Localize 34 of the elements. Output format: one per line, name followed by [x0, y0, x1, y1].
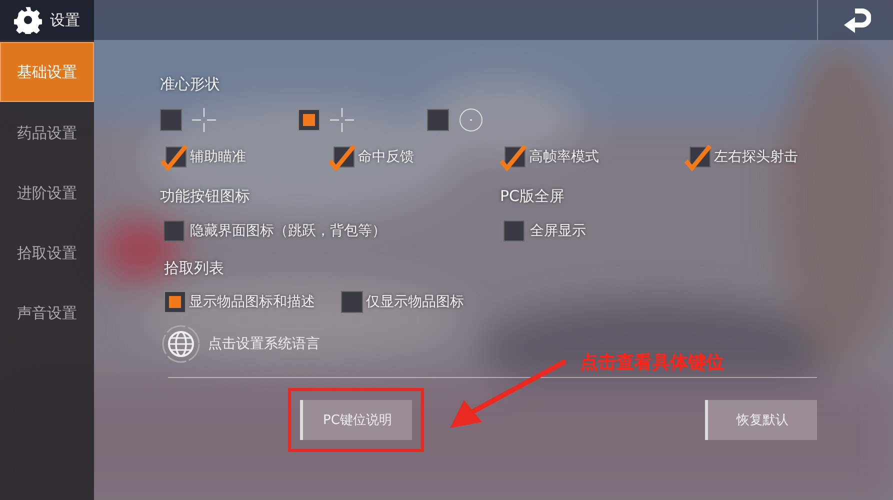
option-label: 全屏显示 [530, 222, 586, 240]
checkbox[interactable] [684, 143, 712, 171]
window-title: 设置 [50, 10, 80, 30]
option-label: 命中反馈 [358, 148, 414, 166]
checkbox[interactable] [160, 143, 188, 171]
section-title: 准心形状 [160, 75, 221, 95]
crosshair-icon [330, 108, 354, 132]
radio-button[interactable] [160, 109, 182, 131]
crosshair-icon [192, 108, 216, 132]
option-label: 仅显示物品图标 [366, 293, 464, 311]
option-label: 显示物品图标和描述 [189, 293, 315, 311]
option-label: 高帧率模式 [529, 148, 599, 166]
radio-button[interactable] [341, 291, 363, 313]
language-link[interactable]: 点击设置系统语言 [208, 335, 320, 353]
section-title: PC版全屏 [500, 187, 566, 207]
sidebar-tab[interactable]: 进阶设置 [0, 164, 94, 222]
checkbox[interactable] [499, 143, 527, 171]
option-label: 隐藏界面图标（跳跃，背包等） [190, 222, 386, 240]
settings-icon [14, 6, 42, 34]
option-label: 辅助瞄准 [190, 148, 246, 166]
radio-button[interactable] [427, 109, 449, 131]
globe-icon [162, 325, 200, 363]
circle-crosshair-icon [459, 108, 483, 132]
section-title: 拾取列表 [164, 259, 225, 279]
radio-button[interactable] [298, 109, 320, 131]
sidebar-tab[interactable]: 基础设置 [0, 42, 94, 102]
radio-button[interactable] [164, 291, 186, 313]
sidebar-tab[interactable]: 声音设置 [0, 284, 94, 342]
sidebar-tab[interactable]: 拾取设置 [0, 224, 94, 282]
sidebar-tab[interactable]: 药品设置 [0, 104, 94, 162]
section-title: 功能按钮图标 [160, 187, 251, 207]
option-label: 左右探头射击 [714, 148, 798, 166]
checkbox[interactable] [328, 143, 356, 171]
annotation-text: 点击查看具体键位 [580, 351, 724, 374]
